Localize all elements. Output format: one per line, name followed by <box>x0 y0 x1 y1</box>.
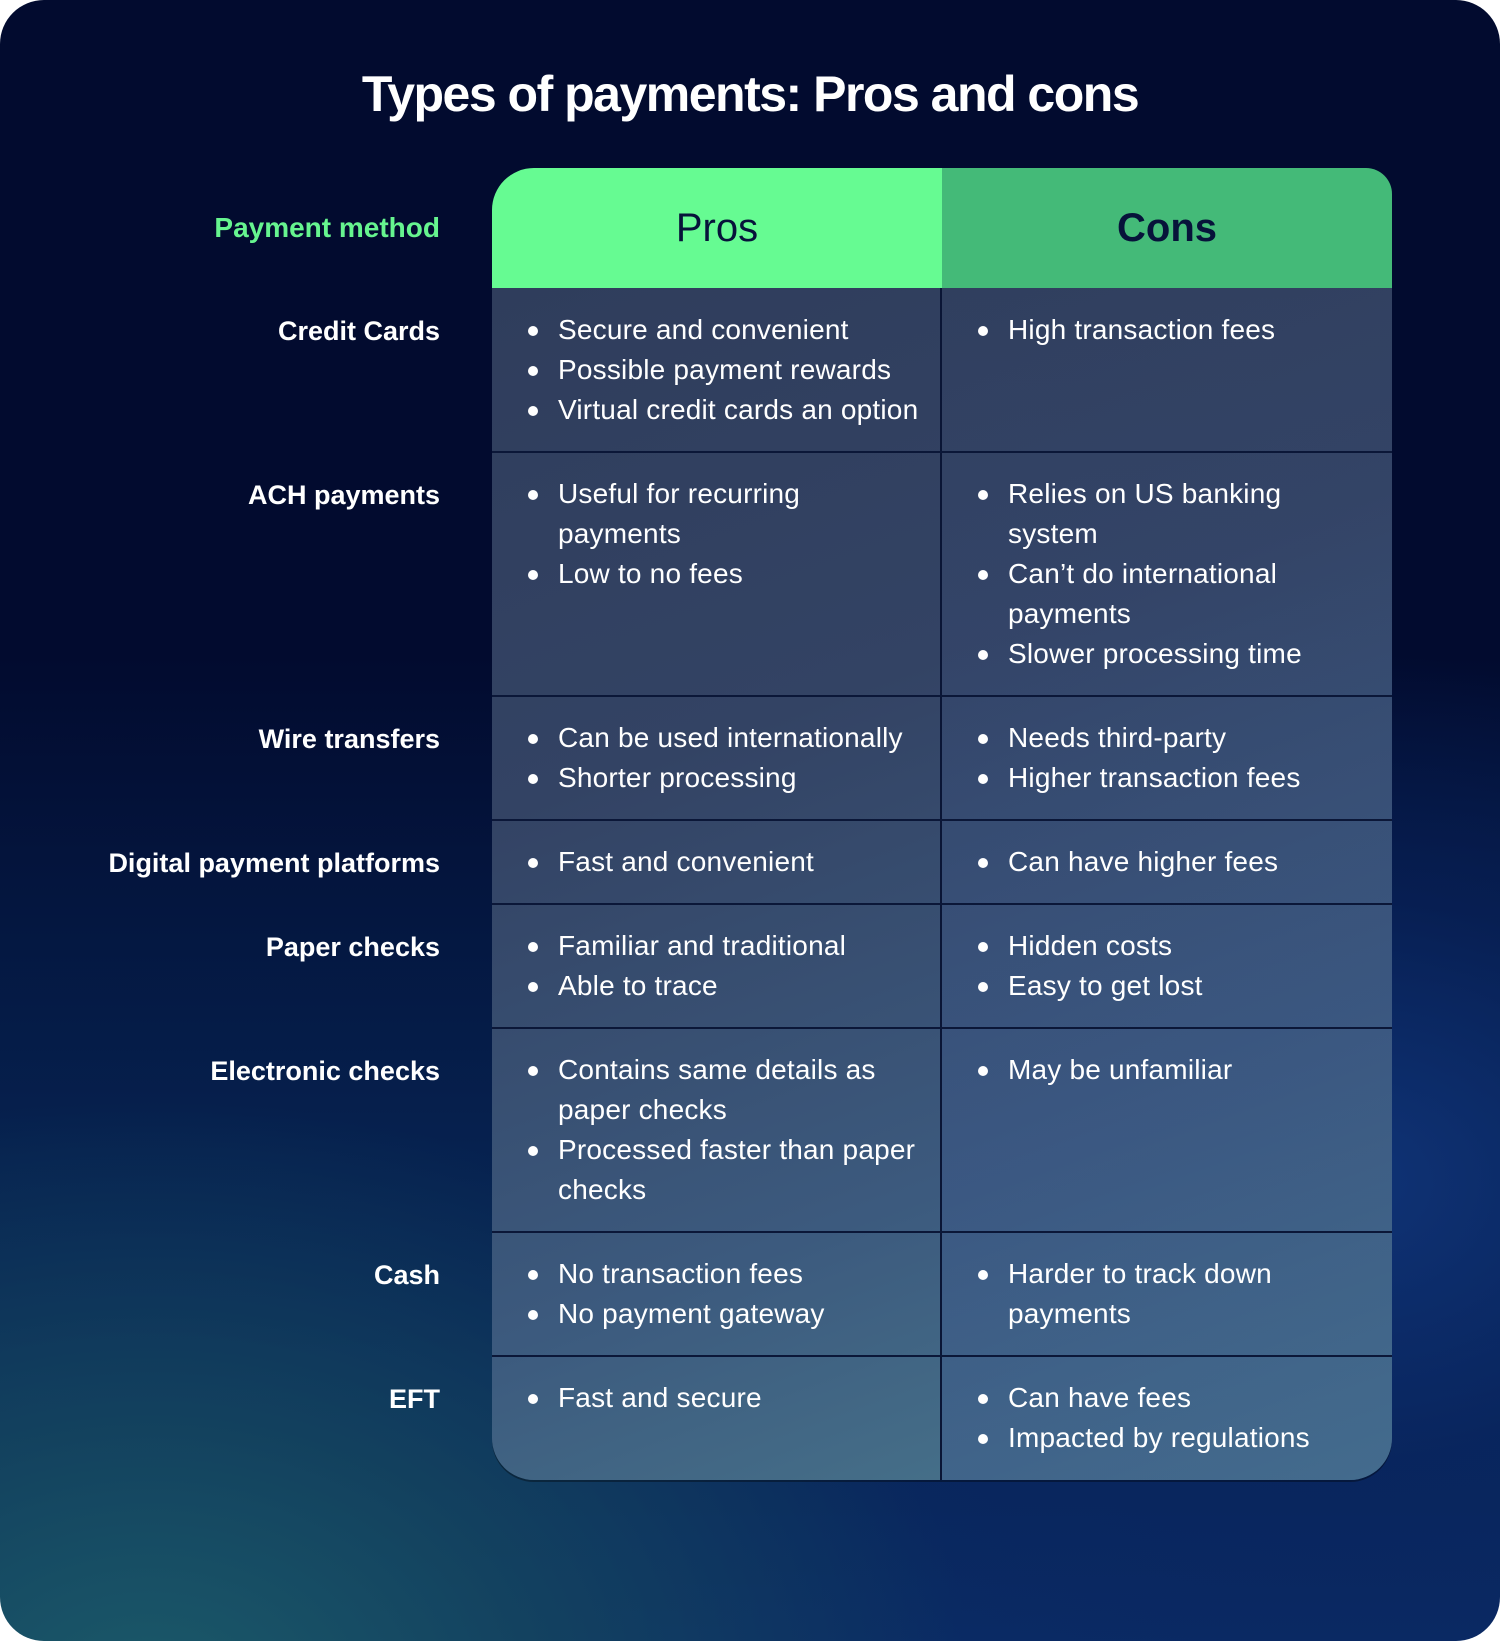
cons-item: Can have higher fees <box>978 842 1372 882</box>
payment-method-label: EFT <box>389 1384 440 1414</box>
cons-item: Needs third-party <box>978 718 1372 758</box>
pros-list: Contains same details as paper checks Pro… <box>528 1050 920 1210</box>
pros-cell: Contains same details as paper checks Pro… <box>492 1028 942 1232</box>
pros-cell: No transaction fees No payment gateway <box>492 1232 942 1356</box>
cons-item: Can’t do international payments <box>978 554 1372 634</box>
row-divider <box>492 695 1392 697</box>
pros-item: Useful for recurring payments <box>528 474 920 554</box>
pros-list: Familiar and traditional Able to trace <box>528 926 920 1006</box>
pros-item: Able to trace <box>528 966 920 1006</box>
table-header-row: Payment method Pros Cons <box>0 168 1500 288</box>
cons-cell: Relies on US banking system Can’t do inte… <box>942 452 1392 696</box>
pros-item: Secure and convenient <box>528 310 920 350</box>
payment-method-label: Wire transfers <box>258 724 440 754</box>
pros-list: Useful for recurring payments Low to no f… <box>528 474 920 594</box>
table-row: Wire transfers Can be used internationall… <box>0 696 1500 820</box>
table-row: Digital payment platforms Fast and conven… <box>0 820 1500 904</box>
pros-cell: Fast and convenient <box>492 820 942 904</box>
row-divider <box>492 1355 1392 1357</box>
row-divider <box>492 1231 1392 1233</box>
cons-cell: Needs third-party Higher transaction fees <box>942 696 1392 820</box>
pros-item: No transaction fees <box>528 1254 920 1294</box>
row-divider <box>492 1027 1392 1029</box>
row-divider <box>492 451 1392 453</box>
page-title: Types of payments: Pros and cons <box>361 66 1140 122</box>
pros-list: Fast and secure <box>528 1378 920 1418</box>
cons-cell: High transaction fees <box>942 288 1392 452</box>
cons-cell: Can have fees Impacted by regulations <box>942 1356 1392 1480</box>
cons-cell: May be unfamiliar <box>942 1028 1392 1232</box>
pros-item: Can be used internationally <box>528 718 920 758</box>
cons-item: May be unfamiliar <box>978 1050 1372 1090</box>
pros-list: No transaction fees No payment gateway <box>528 1254 920 1334</box>
table-row: Paper checks Familiar and traditional Able… <box>0 904 1500 1028</box>
cons-item: Can have fees <box>978 1378 1372 1418</box>
infographic-card: Types of payments: Pros and cons Payment… <box>0 0 1500 1641</box>
pros-item: Virtual credit cards an option <box>528 390 920 430</box>
cons-list: May be unfamiliar <box>978 1050 1372 1090</box>
payment-method-label: Digital payment platforms <box>108 848 440 878</box>
table-row: Cash No transaction fees No payment gatewa… <box>0 1232 1500 1356</box>
cons-cell: Hidden costs Easy to get lost <box>942 904 1392 1028</box>
cons-list: Can have higher fees <box>978 842 1372 882</box>
cons-list: Hidden costs Easy to get lost <box>978 926 1372 1006</box>
pros-item: Low to no fees <box>528 554 920 594</box>
pros-cell: Fast and secure <box>492 1356 942 1480</box>
pros-item: Contains same details as paper checks <box>528 1050 920 1130</box>
pros-cell: Secure and convenient Possible payment re… <box>492 288 942 452</box>
pros-cell: Can be used internationally Shorter proce… <box>492 696 942 820</box>
cons-list: Relies on US banking system Can’t do inte… <box>978 474 1372 674</box>
pros-list: Can be used internationally Shorter proce… <box>528 718 920 798</box>
cons-list: Can have fees Impacted by regulations <box>978 1378 1372 1458</box>
pros-item: Fast and convenient <box>528 842 920 882</box>
cons-item: Relies on US banking system <box>978 474 1372 554</box>
cons-item: Harder to track down payments <box>978 1254 1372 1334</box>
table-body: Credit Cards Secure and convenient Possibl… <box>0 288 1500 1480</box>
pros-item: Shorter processing <box>528 758 920 798</box>
payment-method-label: Paper checks <box>265 932 440 962</box>
payment-method-label: Cash <box>373 1260 440 1290</box>
pros-item: Processed faster than paper checks <box>528 1130 920 1210</box>
cons-item: Higher transaction fees <box>978 758 1372 798</box>
cons-list: High transaction fees <box>978 310 1372 350</box>
cons-cell: Can have higher fees <box>942 820 1392 904</box>
header-payment-method: Payment method <box>214 212 440 243</box>
payment-method-label: Credit Cards <box>277 316 440 346</box>
table-row: Credit Cards Secure and convenient Possibl… <box>0 288 1500 452</box>
pros-list: Fast and convenient <box>528 842 920 882</box>
pros-item: Familiar and traditional <box>528 926 920 966</box>
pros-list: Secure and convenient Possible payment re… <box>528 310 920 430</box>
cons-list: Needs third-party Higher transaction fees <box>978 718 1372 798</box>
cons-item: Slower processing time <box>978 634 1372 674</box>
row-divider <box>492 903 1392 905</box>
pros-item: Fast and secure <box>528 1378 920 1418</box>
cons-item: Hidden costs <box>978 926 1372 966</box>
payment-method-label: ACH payments <box>247 480 440 510</box>
table-row: EFT Fast and secure Can have fees Impacted … <box>0 1356 1500 1480</box>
row-divider <box>492 819 1392 821</box>
cons-item: Easy to get lost <box>978 966 1372 1006</box>
cons-item: Impacted by regulations <box>978 1418 1372 1458</box>
cons-item: High transaction fees <box>978 310 1372 350</box>
cons-list: Harder to track down payments <box>978 1254 1372 1334</box>
pros-cell: Familiar and traditional Able to trace <box>492 904 942 1028</box>
pros-cons-table: Payment method Pros Cons Credit Cards Sec… <box>0 168 1500 1480</box>
pros-item: Possible payment rewards <box>528 350 920 390</box>
pros-item: No payment gateway <box>528 1294 920 1334</box>
pros-cell: Useful for recurring payments Low to no f… <box>492 452 942 696</box>
cons-cell: Harder to track down payments <box>942 1232 1392 1356</box>
table-row: ACH payments Useful for recurring payment… <box>0 452 1500 696</box>
table-row: Electronic checks Contains same details a… <box>0 1028 1500 1232</box>
header-cons: Cons <box>942 168 1392 288</box>
payment-method-label: Electronic checks <box>210 1056 440 1086</box>
header-pros: Pros <box>492 168 942 288</box>
